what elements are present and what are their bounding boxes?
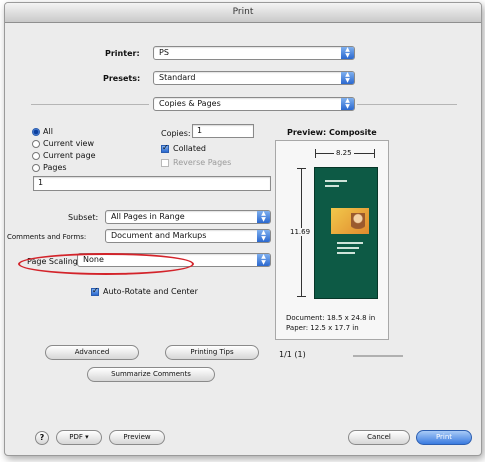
printer-select[interactable]: PS ▲ ▼ [153, 46, 355, 60]
print-button[interactable]: Print [416, 430, 472, 445]
preview-page-slider[interactable] [353, 355, 403, 357]
radio-current-page[interactable] [32, 152, 40, 160]
presets-label: Presets: [103, 74, 141, 83]
radio-pages-label: Pages [43, 163, 67, 172]
thumbnail-text-line [337, 242, 363, 244]
preview-title: Preview: Composite [287, 128, 377, 137]
document-size: Document: 18.5 x 24.8 in [286, 314, 376, 322]
popup-arrows-icon: ▲ ▼ [257, 254, 270, 266]
presets-select[interactable]: Standard ▲ ▼ [153, 71, 355, 85]
width-dimension-tick [374, 149, 375, 158]
radio-all[interactable] [32, 128, 40, 136]
comments-forms-select[interactable]: Document and Markups ▲ ▼ [105, 229, 271, 243]
page-counter: 1/1 (1) [279, 350, 306, 359]
popup-arrows-icon: ▲ ▼ [257, 230, 270, 242]
pages-input[interactable]: 1 [33, 176, 271, 191]
window-title: Print [232, 7, 254, 17]
height-dimension-tick [297, 296, 306, 297]
reverse-pages-checkbox[interactable] [161, 159, 169, 167]
popup-arrows-icon: ▲ ▼ [257, 211, 270, 223]
printer-label: Printer: [105, 49, 140, 58]
auto-rotate-checkbox[interactable] [91, 286, 99, 296]
pdf-menu-button[interactable]: PDF ▾ [56, 430, 102, 445]
radio-all-label: All [43, 127, 53, 136]
auto-rotate-label: Auto-Rotate and Center [103, 287, 198, 296]
radio-current-page-label: Current page [43, 151, 96, 160]
thumbnail-text-line [337, 252, 355, 254]
document-preview-thumbnail [314, 167, 378, 299]
comments-forms-label: Comments and Forms: [7, 233, 87, 241]
height-dimension-label: 11.69 [290, 228, 311, 236]
subset-select[interactable]: All Pages in Range ▲ ▼ [105, 210, 271, 224]
comments-forms-value: Document and Markups [111, 231, 207, 240]
title-bar: Print [5, 3, 481, 23]
collated-label: Collated [173, 144, 206, 153]
summarize-comments-button[interactable]: Summarize Comments [87, 367, 215, 382]
subset-value: All Pages in Range [111, 212, 185, 221]
presets-value: Standard [159, 73, 196, 82]
subset-label: Subset: [68, 213, 99, 222]
popup-arrows-icon: ▲ ▼ [341, 98, 354, 110]
paper-size: Paper: 12.5 x 17.7 in [286, 324, 359, 332]
advanced-button[interactable]: Advanced [45, 345, 139, 360]
preview-button[interactable]: Preview [109, 430, 165, 445]
cancel-button[interactable]: Cancel [348, 430, 410, 445]
reverse-pages-label: Reverse Pages [173, 158, 232, 167]
collated-checkbox[interactable] [161, 143, 169, 153]
radio-current-view-label: Current view [43, 139, 95, 148]
radio-pages[interactable] [32, 164, 40, 172]
panel-select[interactable]: Copies & Pages ▲ ▼ [153, 97, 355, 111]
height-dimension-tick [297, 168, 306, 169]
print-dialog: Print Printer: PS ▲ ▼ Presets: Standard ▲… [4, 2, 482, 456]
help-icon[interactable]: ? [35, 431, 49, 445]
copies-input[interactable]: 1 [192, 124, 254, 138]
printing-tips-button[interactable]: Printing Tips [165, 345, 259, 360]
thumbnail-text-line [325, 185, 339, 187]
thumbnail-text-line [325, 180, 347, 182]
separator-right [357, 104, 457, 105]
popup-arrows-icon: ▲ ▼ [341, 72, 354, 84]
copies-value: 1 [197, 126, 203, 135]
thumbnail-text-line [337, 247, 359, 249]
width-dimension-tick [315, 149, 316, 158]
width-dimension-label: 8.25 [334, 149, 354, 157]
pages-value: 1 [38, 178, 44, 187]
radio-current-view[interactable] [32, 140, 40, 148]
thumbnail-photo [331, 208, 369, 234]
printer-value: PS [159, 48, 169, 57]
separator-left [31, 104, 149, 105]
panel-value: Copies & Pages [159, 99, 221, 108]
annotation-circle [18, 253, 194, 275]
copies-label: Copies: [161, 129, 191, 138]
preview-pane: 8.25 11.69 Document: 18.5 x 24.8 in Pape… [275, 140, 389, 340]
popup-arrows-icon: ▲ ▼ [341, 47, 354, 59]
